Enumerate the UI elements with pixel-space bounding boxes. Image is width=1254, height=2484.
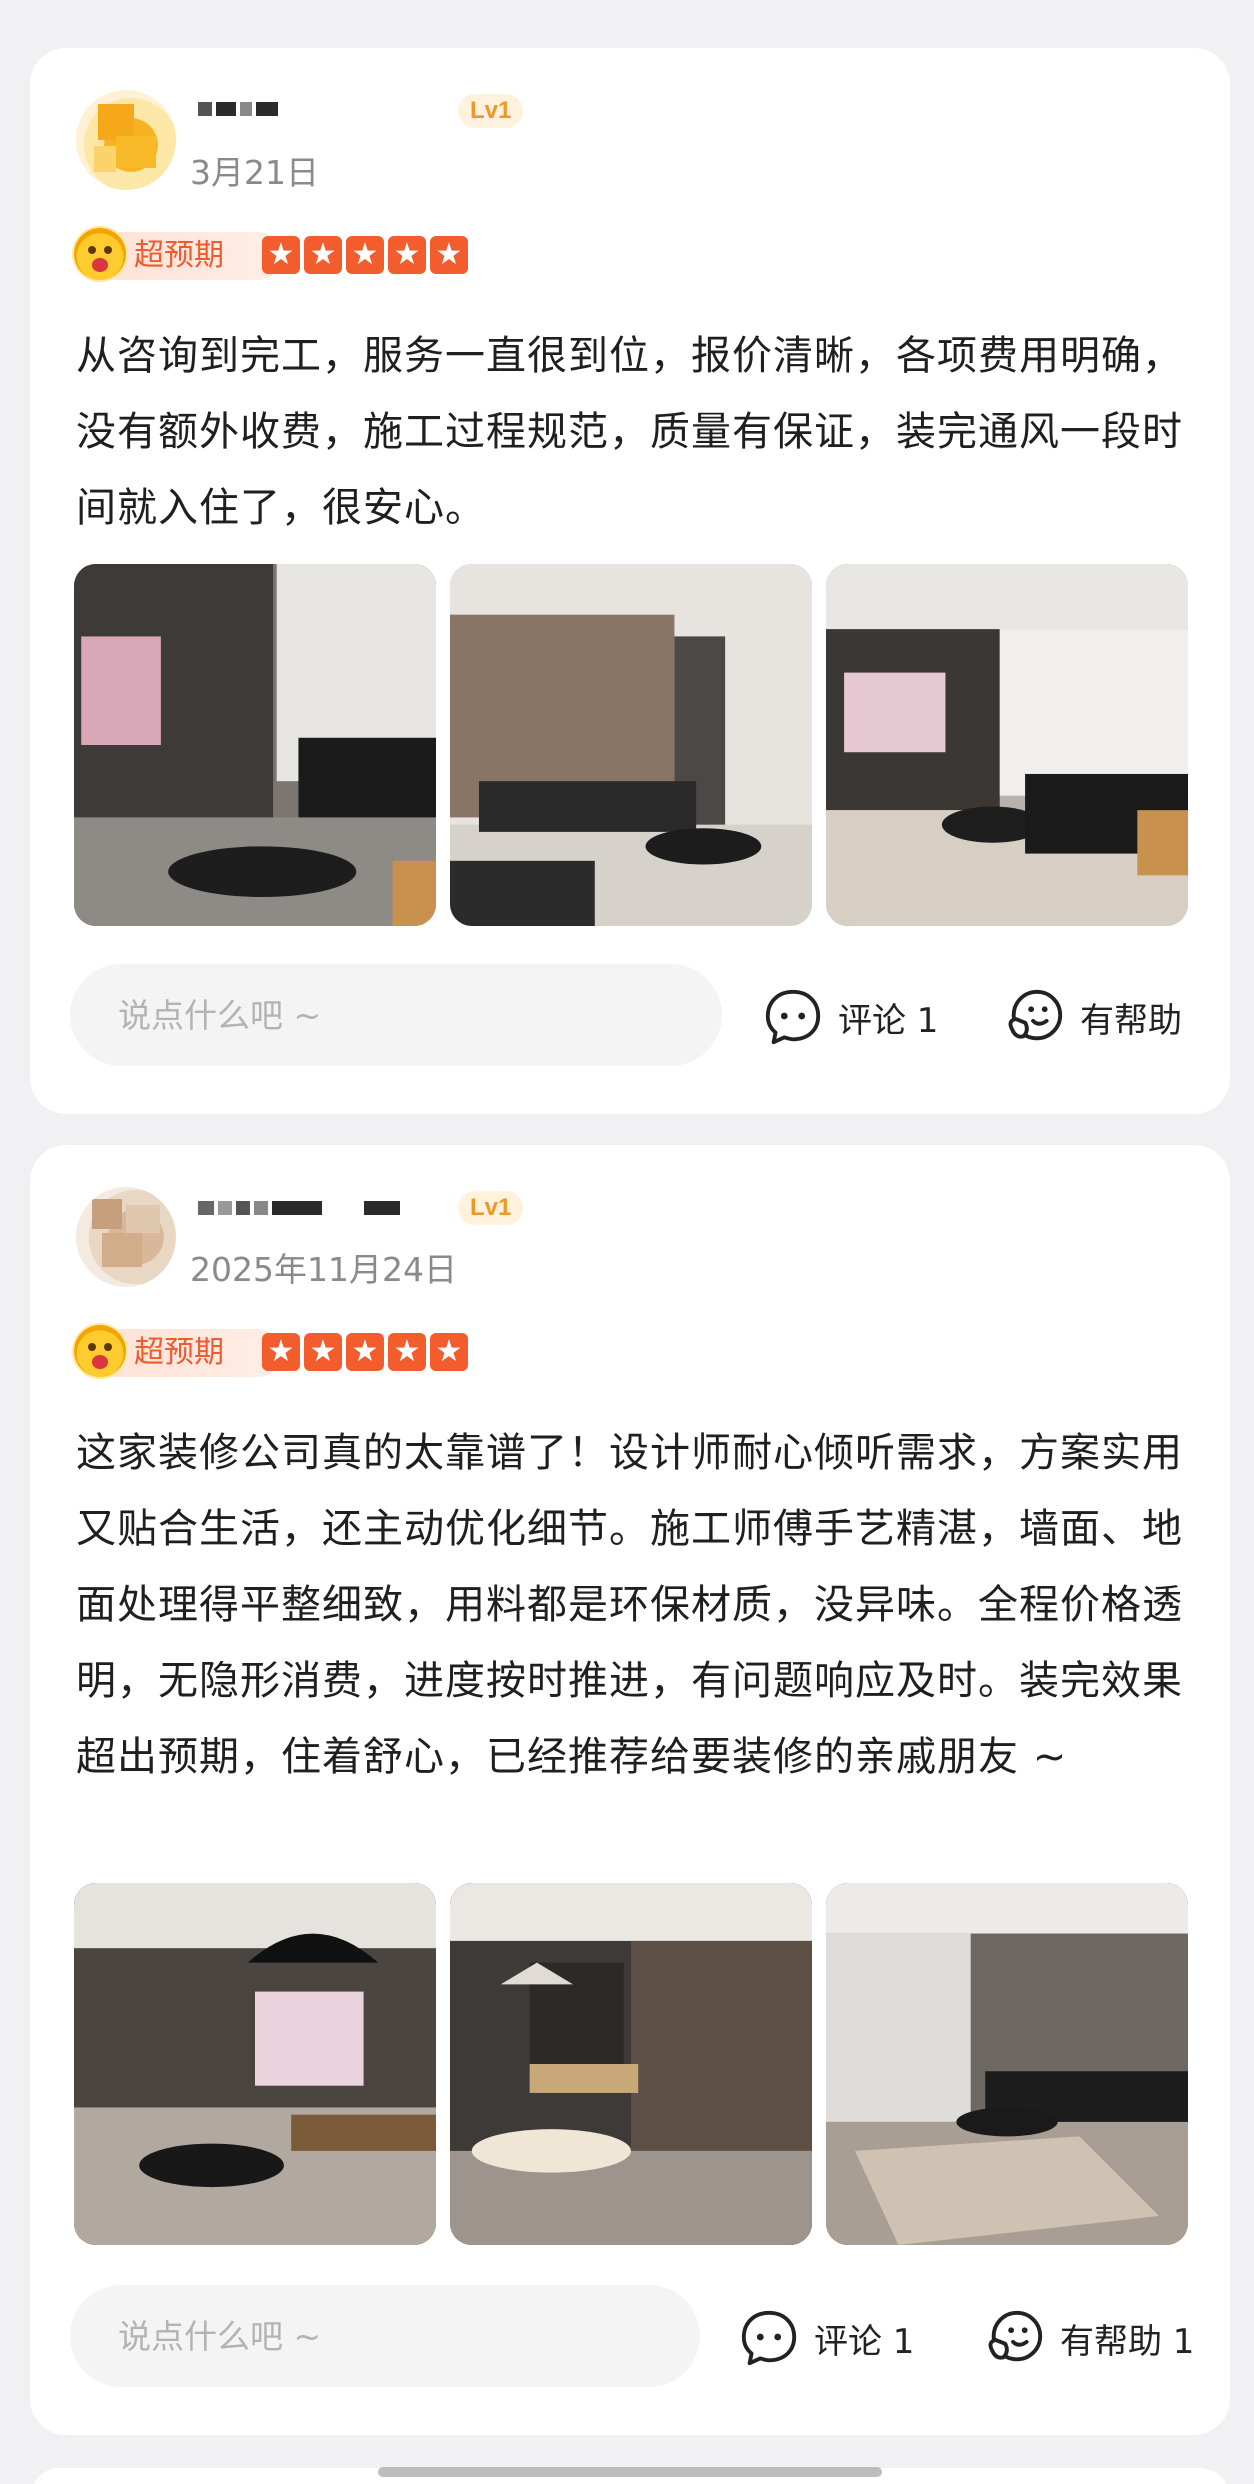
review-date: 2025年11月24日 <box>190 1250 457 1289</box>
helpful-button[interactable]: 有帮助 1 <box>984 2307 1194 2369</box>
username-blurred[interactable] <box>198 98 282 138</box>
home-indicator[interactable] <box>378 2467 882 2477</box>
helpful-face-icon <box>988 2310 1043 2362</box>
comment-input[interactable] <box>70 2285 700 2387</box>
review-photo[interactable] <box>74 1883 436 2245</box>
exceeds-expectation-tag: 超预期 <box>74 1325 282 1377</box>
surprised-face-icon <box>74 228 126 280</box>
review-photo[interactable] <box>74 564 436 926</box>
review-card: Lv1 2025年11月24日 超预期 ★ ★ ★ ★ ★ 这家装修公司真的太靠… <box>30 1145 1230 2435</box>
top-strip <box>0 0 1254 36</box>
helpful-label: 有帮助 <box>1080 1000 1182 1041</box>
star-icon: ★ <box>430 1333 468 1371</box>
review-photo[interactable] <box>450 1883 812 2245</box>
star-icon: ★ <box>346 236 384 274</box>
star-icon: ★ <box>262 236 300 274</box>
star-icon: ★ <box>388 236 426 274</box>
username-blurred[interactable] <box>198 1197 404 1237</box>
comment-count-label: 评论 1 <box>814 2321 915 2362</box>
comment-bubble-icon <box>765 989 821 1045</box>
expectation-label: 超预期 <box>134 238 224 273</box>
expectation-label: 超预期 <box>134 1335 224 1370</box>
surprised-face-icon <box>74 1325 126 1377</box>
review-photos <box>74 564 1188 926</box>
review-photo[interactable] <box>826 564 1188 926</box>
review-card: Lv1 3月21日 超预期 ★ ★ ★ ★ ★ 从咨询到完工，服务一直很到位，报… <box>30 48 1230 1114</box>
exceeds-expectation-tag: 超预期 <box>74 228 282 280</box>
star-icon: ★ <box>346 1333 384 1371</box>
review-date: 3月21日 <box>190 153 319 192</box>
comment-bubble-icon <box>741 2310 797 2366</box>
star-icon: ★ <box>304 1333 342 1371</box>
review-photo[interactable] <box>826 1883 1188 2245</box>
helpful-label: 有帮助 1 <box>1060 2321 1195 2362</box>
level-badge: Lv1 <box>458 1191 524 1225</box>
star-icon: ★ <box>304 236 342 274</box>
star-icon: ★ <box>388 1333 426 1371</box>
helpful-face-icon <box>1008 989 1063 1041</box>
star-rating: ★ ★ ★ ★ ★ <box>262 236 468 274</box>
review-photos <box>74 1883 1188 2245</box>
review-text: 从咨询到完工，服务一直很到位，报价清晰，各项费用明确，没有额外收费，施工过程规范… <box>76 333 1183 531</box>
review-photo[interactable] <box>450 564 812 926</box>
star-rating: ★ ★ ★ ★ ★ <box>262 1333 468 1371</box>
star-icon: ★ <box>262 1333 300 1371</box>
avatar[interactable] <box>76 90 176 190</box>
review-text: 这家装修公司真的太靠谱了！设计师耐心倾听需求，方案实用又贴合生活，还主动优化细节… <box>76 1430 1183 1780</box>
avatar[interactable] <box>76 1187 176 1287</box>
comment-input[interactable] <box>70 964 722 1066</box>
comment-count-label: 评论 1 <box>838 1000 939 1041</box>
helpful-button[interactable]: 有帮助 <box>1004 986 1182 1048</box>
level-badge: Lv1 <box>458 94 524 128</box>
comment-button[interactable]: 评论 1 <box>762 986 938 1048</box>
star-icon: ★ <box>430 236 468 274</box>
comment-button[interactable]: 评论 1 <box>738 2307 914 2369</box>
